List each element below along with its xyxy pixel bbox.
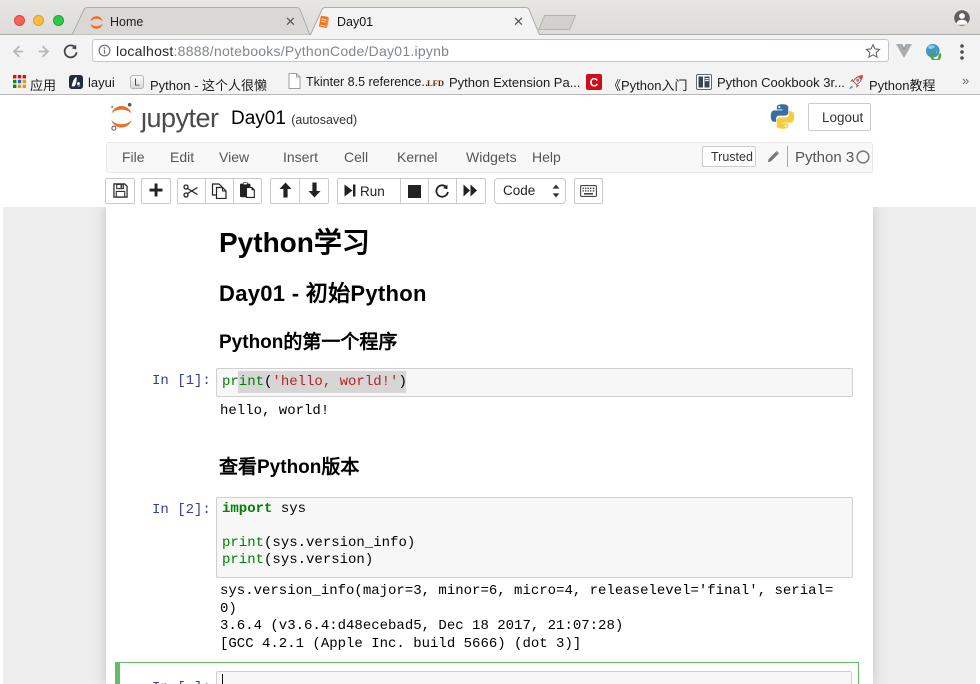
svg-text:L: L <box>134 78 140 89</box>
svg-text:C: C <box>590 76 599 90</box>
